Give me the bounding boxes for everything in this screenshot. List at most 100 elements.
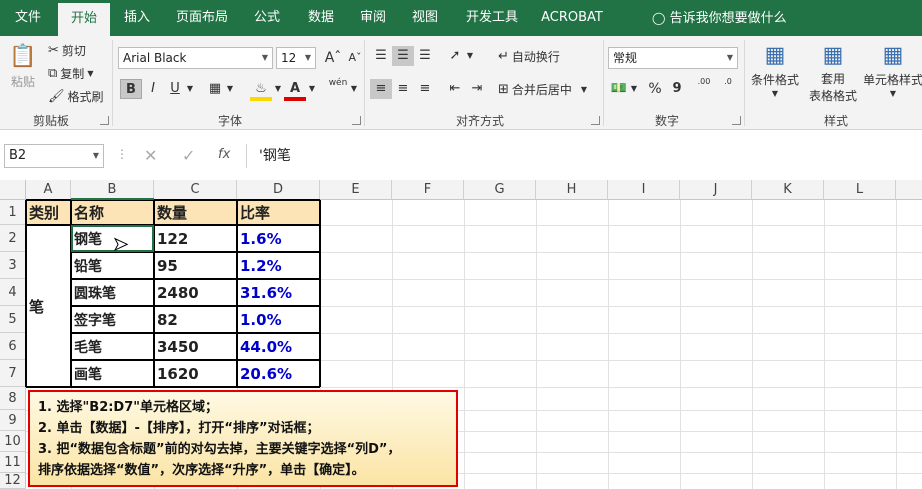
increase-indent-button[interactable]: ⇥ [466, 79, 488, 99]
row-header-10[interactable]: 10 [0, 431, 26, 452]
row-header-8[interactable]: 8 [0, 387, 26, 410]
quantity-cell[interactable]: 3450 [154, 333, 237, 360]
cancel-icon[interactable]: ✕ [144, 146, 157, 165]
cut-button[interactable]: ✂ 剪切 [48, 42, 86, 59]
name-cell[interactable]: 毛笔 [71, 333, 154, 360]
underline-button[interactable]: U [164, 79, 186, 99]
number-dialog-launcher[interactable] [732, 116, 741, 125]
tab-formulas[interactable]: 公式 [242, 0, 292, 36]
comma-style-button[interactable]: 9 [666, 79, 688, 99]
column-header-b[interactable]: B [71, 180, 154, 200]
italic-button[interactable]: I [142, 79, 164, 99]
ratio-cell[interactable]: 1.6% [237, 225, 320, 252]
ratio-cell[interactable]: 31.6% [237, 279, 320, 306]
paste-button[interactable]: 📋 粘贴 [8, 44, 38, 90]
insert-function-button[interactable]: fx [218, 147, 230, 162]
increase-decimal-button[interactable]: .00 [692, 77, 716, 97]
clipboard-dialog-launcher[interactable] [100, 116, 109, 125]
align-middle-button[interactable]: ☰ [392, 46, 414, 66]
ratio-cell[interactable]: 44.0% [237, 333, 320, 360]
header-category-cell[interactable]: 类别 [26, 200, 71, 225]
font-color-dropdown[interactable]: ▼ [306, 79, 318, 99]
tell-me-search[interactable]: ◯ 告诉我你想要做什么 [652, 0, 787, 36]
column-header-j[interactable]: J [680, 180, 752, 200]
enter-check-icon[interactable]: ✓ [182, 146, 195, 165]
column-header-g[interactable]: G [464, 180, 536, 200]
quantity-cell[interactable]: 2480 [154, 279, 237, 306]
quantity-cell[interactable]: 122 [154, 225, 237, 252]
font-name-select[interactable]: Arial Black ▼ [118, 47, 273, 69]
name-cell[interactable]: 圆珠笔 [71, 279, 154, 306]
row-header-1[interactable]: 1 [0, 200, 26, 225]
accounting-format-button[interactable]: 💵 [608, 79, 630, 99]
quantity-cell[interactable]: 1620 [154, 360, 237, 387]
name-box[interactable]: B2 ▼ [4, 144, 104, 168]
align-left-button[interactable]: ≡ [370, 79, 392, 99]
tab-file[interactable]: 文件 [2, 0, 54, 36]
tab-insert[interactable]: 插入 [112, 0, 162, 36]
copy-button[interactable]: ⧉ 复制 ▼ [48, 65, 93, 82]
fill-color-button[interactable]: ♨ [250, 79, 272, 101]
cell-styles-button[interactable]: ▦ 单元格样式 ▼ [864, 42, 922, 98]
fill-color-dropdown[interactable]: ▼ [272, 79, 284, 99]
ratio-cell[interactable]: 1.2% [237, 252, 320, 279]
font-color-button[interactable]: A [284, 79, 306, 101]
wrap-text-button[interactable]: ↵ 自动换行 [498, 48, 560, 65]
tab-page-layout[interactable]: 页面布局 [166, 0, 238, 36]
tab-home[interactable]: 开始 [58, 3, 110, 36]
grow-font-button[interactable]: Aˆ [322, 48, 344, 68]
decrease-decimal-button[interactable]: .0 [716, 77, 740, 97]
format-as-table-button[interactable]: ▦ 套用 表格格式 [802, 42, 864, 104]
orientation-dropdown[interactable]: ▼ [464, 46, 476, 66]
formula-input[interactable]: '钢笔 [246, 144, 922, 168]
column-header-e[interactable]: E [320, 180, 392, 200]
column-header-l[interactable]: L [824, 180, 896, 200]
name-cell[interactable]: 签字笔 [71, 306, 154, 333]
tab-acrobat[interactable]: ACROBAT [532, 0, 612, 36]
row-header-6[interactable]: 6 [0, 333, 26, 360]
column-header-a[interactable]: A [26, 180, 71, 200]
category-cell[interactable]: 笔 [26, 225, 71, 387]
align-right-button[interactable]: ≡ [414, 79, 436, 99]
row-header-9[interactable]: 9 [0, 410, 26, 431]
ratio-cell[interactable]: 20.6% [237, 360, 320, 387]
drag-handle-icon[interactable]: ⋮ [116, 147, 128, 161]
conditional-format-button[interactable]: ▦ 条件格式 ▼ [748, 42, 802, 98]
accounting-dropdown[interactable]: ▼ [628, 79, 640, 99]
tab-data[interactable]: 数据 [296, 0, 346, 36]
underline-dropdown[interactable]: ▼ [184, 79, 196, 99]
ratio-cell[interactable]: 1.0% [237, 306, 320, 333]
column-header-d[interactable]: D [237, 180, 320, 200]
number-format-select[interactable]: 常规 ▼ [608, 47, 738, 69]
align-center-button[interactable]: ≡ [392, 79, 414, 99]
header-name-cell[interactable]: 名称 [71, 200, 154, 225]
alignment-dialog-launcher[interactable] [591, 116, 600, 125]
align-bottom-button[interactable]: ☰ [414, 46, 436, 66]
align-top-button[interactable]: ☰ [370, 46, 392, 66]
tab-developer[interactable]: 开发工具 [456, 0, 528, 36]
name-cell[interactable]: 铅笔 [71, 252, 154, 279]
row-header-11[interactable]: 11 [0, 452, 26, 473]
header-ratio-cell[interactable]: 比率 [237, 200, 320, 225]
borders-button[interactable]: ▦ [204, 79, 226, 99]
percent-button[interactable]: % [644, 79, 666, 99]
column-header-i[interactable]: I [608, 180, 680, 200]
column-header-k[interactable]: K [752, 180, 824, 200]
phonetic-button[interactable]: wén [326, 77, 350, 97]
tab-review[interactable]: 审阅 [350, 0, 396, 36]
column-header-c[interactable]: C [154, 180, 237, 200]
decrease-indent-button[interactable]: ⇤ [444, 79, 466, 99]
row-header-3[interactable]: 3 [0, 252, 26, 279]
row-header-12[interactable]: 12 [0, 473, 26, 489]
orientation-button[interactable]: ➚ [444, 46, 466, 66]
tab-view[interactable]: 视图 [400, 0, 450, 36]
column-header-f[interactable]: F [392, 180, 464, 200]
select-all-corner[interactable] [0, 180, 26, 200]
row-header-7[interactable]: 7 [0, 360, 26, 387]
header-quantity-cell[interactable]: 数量 [154, 200, 237, 225]
font-dialog-launcher[interactable] [352, 116, 361, 125]
phonetic-dropdown[interactable]: ▼ [348, 79, 360, 99]
row-header-4[interactable]: 4 [0, 279, 26, 306]
name-cell[interactable]: 画笔 [71, 360, 154, 387]
shrink-font-button[interactable]: Aˇ [344, 48, 366, 68]
